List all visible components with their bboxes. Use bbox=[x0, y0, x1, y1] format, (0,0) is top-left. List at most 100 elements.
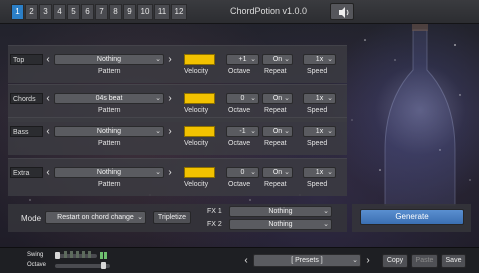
tab-8[interactable]: 8 bbox=[109, 4, 122, 20]
velocity-swatch[interactable] bbox=[184, 93, 215, 104]
fx2-select[interactable]: Nothing ⌄ bbox=[229, 219, 332, 230]
octave-label: Octave bbox=[27, 262, 47, 268]
chevron-down-icon: ⌄ bbox=[323, 221, 329, 228]
octave-select[interactable]: 0 ⌄ bbox=[226, 167, 259, 178]
tab-2[interactable]: 2 bbox=[25, 4, 38, 20]
fx1-select[interactable]: Nothing ⌄ bbox=[229, 206, 332, 217]
repeat-label: Repeat bbox=[264, 107, 287, 114]
tab-6[interactable]: 6 bbox=[81, 4, 94, 20]
octave-slider[interactable] bbox=[55, 262, 110, 269]
level-bar bbox=[82, 251, 85, 258]
velocity-swatch[interactable] bbox=[184, 54, 215, 65]
speed-value: 1x bbox=[315, 169, 324, 176]
tab-12[interactable]: 12 bbox=[171, 4, 187, 20]
pattern-select[interactable]: Nothing ⌄ bbox=[54, 126, 164, 137]
pattern-select[interactable]: Nothing ⌄ bbox=[54, 54, 164, 65]
speed-select[interactable]: 1x ⌄ bbox=[303, 54, 336, 65]
chevron-down-icon: ⌄ bbox=[155, 56, 161, 63]
octave-value: 0 bbox=[240, 95, 245, 102]
octave-label: Octave bbox=[228, 107, 251, 114]
next-pattern-arrow[interactable]: › bbox=[166, 93, 174, 104]
chevron-down-icon: ⌄ bbox=[323, 208, 329, 215]
chevron-down-icon: ⌄ bbox=[155, 128, 161, 135]
repeat-label: Repeat bbox=[264, 140, 287, 147]
repeat-value: On bbox=[272, 169, 283, 176]
pattern-select[interactable]: 04s beat ⌄ bbox=[54, 93, 164, 104]
generate-button[interactable]: Generate bbox=[360, 209, 464, 225]
pattern-select[interactable]: Nothing ⌄ bbox=[54, 167, 164, 178]
top-bar: 1 2 3 4 5 6 7 8 9 10 11 12 ChordPotion v1.0.0 bbox=[0, 0, 479, 24]
speed-label: Speed bbox=[307, 107, 328, 114]
chevron-down-icon: ⌄ bbox=[327, 95, 333, 102]
prev-pattern-arrow[interactable]: ‹ bbox=[44, 93, 52, 104]
octave-knob[interactable] bbox=[101, 262, 106, 269]
tab-7[interactable]: 7 bbox=[95, 4, 108, 20]
tab-10[interactable]: 10 bbox=[137, 4, 153, 20]
save-button[interactable]: Save bbox=[441, 254, 466, 268]
track-name: Extra bbox=[10, 167, 43, 178]
tab-9[interactable]: 9 bbox=[123, 4, 136, 20]
fx1-label: FX 1 bbox=[207, 208, 222, 215]
swing-knob[interactable] bbox=[55, 252, 60, 259]
velocity-swatch[interactable] bbox=[184, 126, 215, 137]
next-preset-arrow[interactable]: › bbox=[364, 255, 372, 266]
speed-label: Speed bbox=[307, 181, 328, 188]
velocity-swatch[interactable] bbox=[184, 167, 215, 178]
chevron-down-icon: ⌄ bbox=[327, 128, 333, 135]
octave-select[interactable]: 0 ⌄ bbox=[226, 93, 259, 104]
tab-11[interactable]: 11 bbox=[154, 4, 170, 20]
tripletize-button[interactable]: Tripletize bbox=[153, 211, 191, 224]
speed-select[interactable]: 1x ⌄ bbox=[303, 126, 336, 137]
track-row-extra: Extra ‹ Nothing ⌄ › 0 ⌄ On ⌄ 1x ⌄ Pattern Velocity Oc… bbox=[8, 158, 347, 196]
next-pattern-arrow[interactable]: › bbox=[166, 54, 174, 65]
track-name: Bass bbox=[10, 126, 43, 137]
speed-label: Speed bbox=[307, 68, 328, 75]
next-pattern-arrow[interactable]: › bbox=[166, 126, 174, 137]
prev-pattern-arrow[interactable]: ‹ bbox=[44, 54, 52, 65]
repeat-label: Repeat bbox=[264, 68, 287, 75]
copy-button[interactable]: Copy bbox=[382, 254, 408, 268]
repeat-select[interactable]: On ⌄ bbox=[262, 93, 293, 104]
paste-button[interactable]: Paste bbox=[411, 254, 438, 268]
tab-5[interactable]: 5 bbox=[67, 4, 80, 20]
tab-1[interactable]: 1 bbox=[11, 4, 24, 20]
repeat-label: Repeat bbox=[264, 181, 287, 188]
chevron-down-icon: ⌄ bbox=[250, 128, 256, 135]
velocity-label: Velocity bbox=[184, 140, 209, 147]
octave-value: -1 bbox=[239, 128, 246, 135]
pattern-label: Pattern bbox=[98, 140, 121, 147]
velocity-label: Velocity bbox=[184, 68, 209, 75]
swing-indicator bbox=[100, 252, 103, 259]
octave-label: Octave bbox=[228, 68, 251, 75]
octave-select[interactable]: -1 ⌄ bbox=[226, 126, 259, 137]
prev-pattern-arrow[interactable]: ‹ bbox=[44, 167, 52, 178]
presets-select[interactable]: [ Presets ] ⌄ bbox=[253, 254, 361, 267]
prev-pattern-arrow[interactable]: ‹ bbox=[44, 126, 52, 137]
tab-3[interactable]: 3 bbox=[39, 4, 52, 20]
chevron-down-icon: ⌄ bbox=[284, 56, 290, 63]
chevron-down-icon: ⌄ bbox=[327, 169, 333, 176]
presets-label: [ Presets ] bbox=[291, 257, 323, 264]
track-name: Chords bbox=[10, 93, 43, 104]
repeat-select[interactable]: On ⌄ bbox=[262, 167, 293, 178]
prev-preset-arrow[interactable]: ‹ bbox=[242, 255, 250, 266]
tab-4[interactable]: 4 bbox=[53, 4, 66, 20]
chevron-down-icon: ⌄ bbox=[250, 56, 256, 63]
octave-select[interactable]: +1 ⌄ bbox=[226, 54, 259, 65]
bottle-silhouette bbox=[384, 22, 456, 206]
speed-select[interactable]: 1x ⌄ bbox=[303, 93, 336, 104]
velocity-label: Velocity bbox=[184, 181, 209, 188]
pattern-label: Pattern bbox=[98, 68, 121, 75]
chevron-down-icon: ⌄ bbox=[352, 257, 358, 264]
next-pattern-arrow[interactable]: › bbox=[166, 167, 174, 178]
mode-select[interactable]: Restart on chord change ⌄ bbox=[45, 211, 146, 224]
repeat-value: On bbox=[272, 128, 283, 135]
mute-button[interactable] bbox=[330, 3, 354, 20]
speed-select[interactable]: 1x ⌄ bbox=[303, 167, 336, 178]
chevron-down-icon: ⌄ bbox=[327, 56, 333, 63]
chevron-down-icon: ⌄ bbox=[250, 95, 256, 102]
mode-panel: Mode Restart on chord change ⌄ Tripletiz… bbox=[8, 204, 347, 232]
repeat-select[interactable]: On ⌄ bbox=[262, 126, 293, 137]
repeat-select[interactable]: On ⌄ bbox=[262, 54, 293, 65]
pattern-label: Pattern bbox=[98, 107, 121, 114]
